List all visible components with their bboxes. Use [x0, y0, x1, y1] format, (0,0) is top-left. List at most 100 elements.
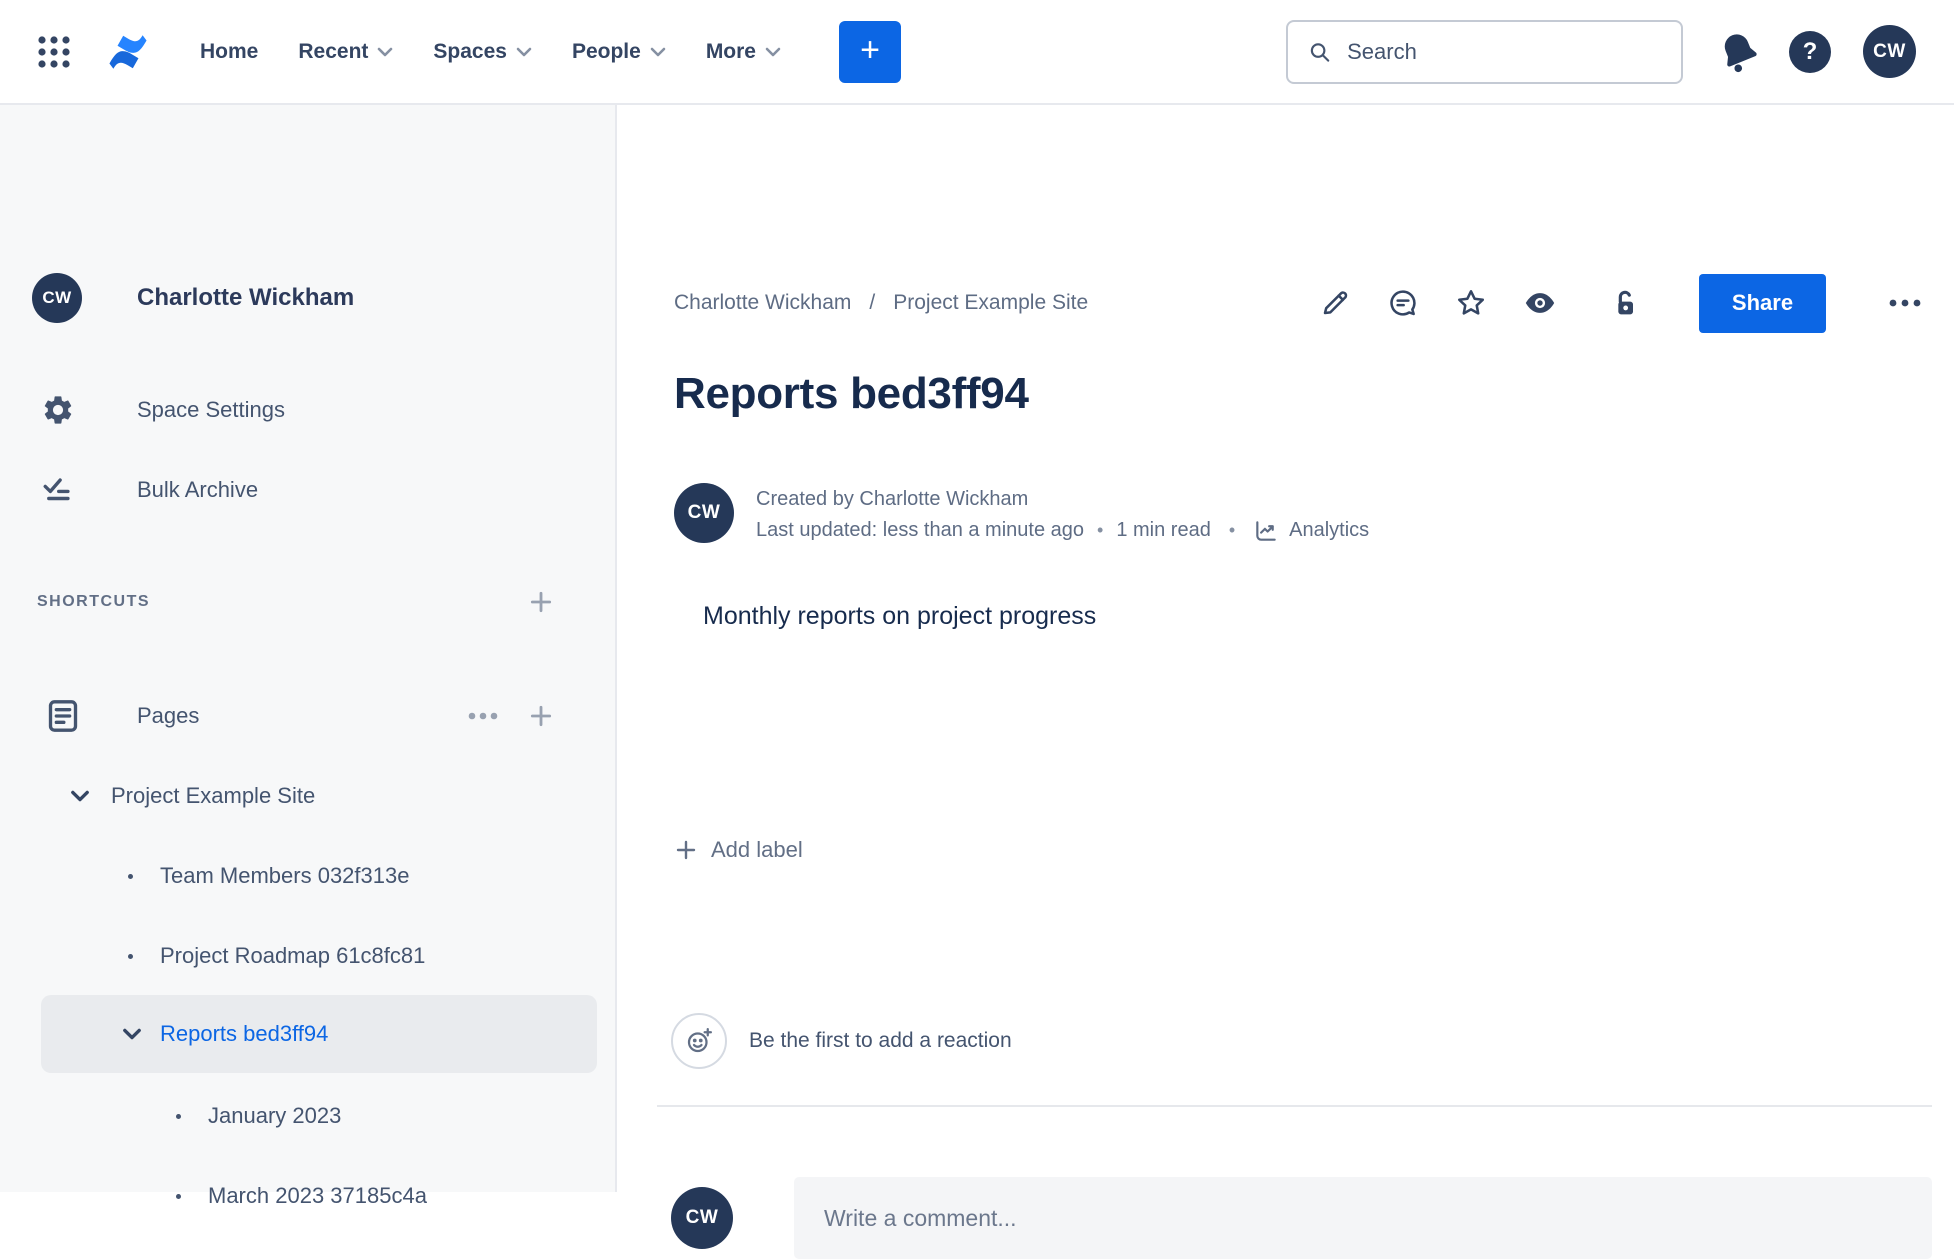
add-label-button[interactable]: Add label	[674, 831, 803, 869]
space-name: Charlotte Wickham	[137, 284, 355, 311]
tree-item-label: Project Example Site	[111, 783, 316, 808]
plus-icon	[676, 840, 696, 860]
nav-recent-label: Recent	[298, 39, 369, 63]
nav-people-label: People	[571, 39, 641, 63]
commenter-avatar: CW	[671, 1187, 733, 1249]
tree-item-label: March 2023 37185c4a	[208, 1183, 427, 1208]
space-avatar: CW	[32, 273, 82, 323]
comment-row: CW	[671, 1177, 1932, 1259]
share-button[interactable]: Share	[1699, 273, 1826, 333]
page-title: Reports bed3ff94	[674, 369, 1029, 418]
dot-separator: •	[1097, 520, 1104, 540]
smiley-add-icon	[687, 1028, 712, 1053]
create-button[interactable]: +	[839, 20, 901, 83]
breadcrumb-separator: /	[869, 291, 876, 314]
plus-icon: +	[860, 31, 880, 69]
tree-item-label: Reports bed3ff94	[160, 1021, 329, 1046]
page-body-text: Monthly reports on project progress	[703, 602, 1097, 630]
breadcrumb-space[interactable]: Charlotte Wickham	[674, 291, 851, 315]
space-sidebar: CW Charlotte Wickham Space Settings Bulk…	[0, 105, 617, 1208]
section-divider	[657, 1105, 1932, 1107]
chevron-down-icon	[516, 47, 532, 56]
add-label-text: Add label	[711, 837, 803, 862]
top-navigation-bar: Home Recent Spaces People More + ? CW	[0, 0, 1954, 105]
breadcrumb: Charlotte Wickham / Project Example Site	[674, 291, 1088, 315]
sidebar-section-pages[interactable]: Pages	[0, 691, 601, 741]
more-actions-icon[interactable]	[1888, 298, 1922, 308]
chevron-down-icon[interactable]	[70, 790, 90, 802]
reaction-row: Be the first to add a reaction	[671, 1013, 1012, 1069]
content-header: Charlotte Wickham / Project Example Site	[674, 273, 1922, 333]
nav-spaces-label: Spaces	[433, 39, 507, 63]
bullet-icon	[128, 953, 133, 959]
sidebar-item-bulk-archive[interactable]: Bulk Archive	[0, 468, 601, 512]
byline: CW Created by Charlotte Wickham Last upd…	[674, 483, 1369, 546]
page-actions: Share	[1319, 273, 1922, 333]
author-avatar[interactable]: CW	[674, 483, 734, 543]
last-updated-text[interactable]: Last updated: less than a minute ago	[756, 515, 1084, 546]
nav-home[interactable]: Home	[200, 40, 258, 64]
pages-label: Pages	[137, 703, 200, 728]
watch-eye-icon[interactable]	[1523, 286, 1557, 320]
chevron-down-icon[interactable]	[122, 1028, 142, 1040]
nav-more-label: More	[705, 39, 756, 63]
sidebar-item-space-settings[interactable]: Space Settings	[0, 388, 601, 432]
edit-pencil-icon[interactable]	[1319, 287, 1351, 319]
chevron-down-icon	[650, 47, 666, 56]
tree-item-label: January 2023	[208, 1103, 342, 1128]
read-time-text: 1 min read	[1116, 519, 1211, 541]
chevron-down-icon	[378, 47, 393, 56]
shortcuts-heading: SHORTCUTS	[37, 593, 151, 610]
help-button[interactable]: ?	[1789, 30, 1831, 73]
nav-recent[interactable]: Recent	[298, 40, 393, 64]
tree-item-reports-selected[interactable]: Reports bed3ff94	[41, 995, 597, 1073]
tree-item-march-2023[interactable]: March 2023 37185c4a	[0, 1173, 601, 1219]
search-icon	[1310, 42, 1330, 62]
tree-item-team-members[interactable]: Team Members 032f313e	[0, 853, 601, 899]
avatar-initials: CW	[685, 1207, 719, 1228]
nav-more[interactable]: More	[706, 40, 781, 64]
gear-icon	[41, 393, 75, 427]
tree-item-january-2023[interactable]: January 2023	[0, 1093, 601, 1139]
avatar-initials: CW	[1873, 40, 1906, 62]
comment-input[interactable]	[794, 1177, 1932, 1259]
sidebar-item-label: Space Settings	[137, 397, 285, 422]
avatar-initials: CW	[687, 502, 721, 523]
bullet-icon	[128, 873, 133, 879]
add-shortcut-icon[interactable]	[528, 589, 554, 615]
confluence-logo-icon[interactable]	[104, 28, 152, 76]
tree-item-project-example-site[interactable]: Project Example Site	[0, 773, 601, 819]
comment-bubble-icon[interactable]	[1387, 287, 1419, 319]
user-avatar[interactable]: CW	[1863, 25, 1916, 78]
breadcrumb-page[interactable]: Project Example Site	[893, 291, 1088, 315]
reaction-prompt: Be the first to add a reaction	[749, 1029, 1012, 1052]
page-content: Charlotte Wickham / Project Example Site	[619, 105, 1954, 1259]
chevron-down-icon	[765, 47, 781, 56]
analytics-chart-icon	[1256, 520, 1276, 541]
add-reaction-button[interactable]	[671, 1013, 727, 1069]
app-switcher-icon[interactable]	[34, 32, 74, 72]
nav-home-label: Home	[200, 39, 259, 63]
nav-people[interactable]: People	[572, 40, 666, 64]
search-input[interactable]	[1347, 38, 1661, 65]
dot-separator: •	[1228, 520, 1236, 540]
avatar-initials: CW	[42, 288, 72, 307]
search-box[interactable]	[1286, 19, 1683, 84]
tree-item-label: Project Roadmap 61c8fc81	[160, 943, 426, 968]
analytics-link[interactable]: Analytics	[1253, 515, 1369, 546]
pages-icon	[43, 696, 83, 736]
add-page-icon[interactable]	[528, 703, 554, 729]
space-profile[interactable]: CW Charlotte Wickham	[0, 272, 601, 324]
tree-item-project-roadmap[interactable]: Project Roadmap 61c8fc81	[0, 933, 601, 979]
created-by-text[interactable]: Created by Charlotte Wickham	[756, 484, 1028, 515]
nav-spaces[interactable]: Spaces	[433, 40, 532, 64]
sidebar-item-label: Bulk Archive	[137, 477, 259, 502]
pages-more-icon[interactable]	[468, 712, 498, 720]
notifications-bell-icon[interactable]	[1713, 26, 1765, 78]
question-mark-icon: ?	[1802, 37, 1818, 65]
star-icon[interactable]	[1455, 287, 1487, 319]
tree-item-label: Team Members 032f313e	[160, 863, 410, 888]
analytics-label: Analytics	[1289, 519, 1370, 541]
bulk-archive-icon	[41, 473, 75, 507]
restrictions-unlock-icon[interactable]	[1609, 287, 1641, 319]
